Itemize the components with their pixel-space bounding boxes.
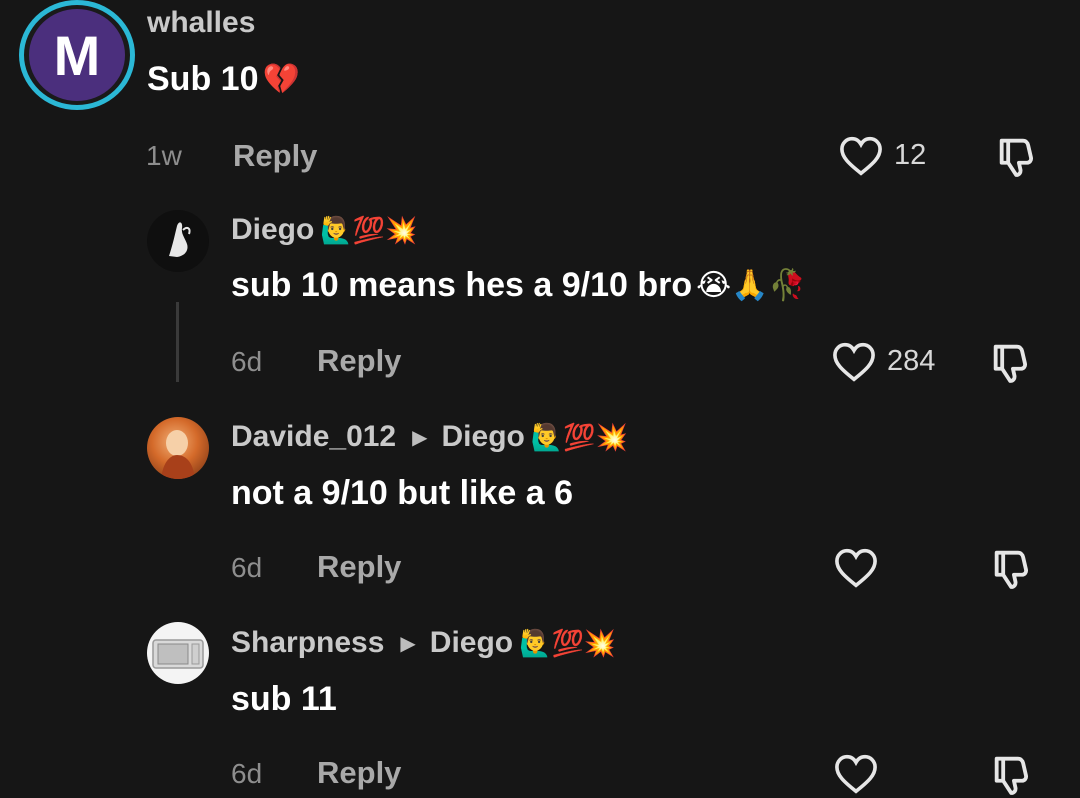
comment-username[interactable]: Davide_012 ▶ Diego 🙋‍♂️💯💥 (231, 420, 628, 454)
heart-icon[interactable] (832, 342, 876, 382)
comment-text: sub 10 means hes a 9/10 bro 😭🙏🥀 (231, 266, 806, 305)
reply-button[interactable]: Reply (233, 138, 317, 174)
comment-body: sub 11 (231, 680, 337, 718)
microwave-icon (152, 639, 204, 669)
comment-body: Sub 10 (147, 60, 259, 98)
avatar-image (147, 210, 209, 272)
heart-icon[interactable] (839, 136, 883, 176)
reply-button[interactable]: Reply (317, 343, 401, 379)
comment-username[interactable]: whalles (147, 6, 255, 40)
like-count: 284 (887, 345, 936, 377)
username-text: Sharpness (231, 626, 385, 659)
username-text: Diego (231, 213, 315, 246)
comment-text: sub 11 (231, 680, 337, 719)
comment-emoji: 😭🙏🥀 (696, 268, 806, 302)
thumbs-down-icon[interactable] (994, 134, 1040, 180)
username-text: whalles (147, 6, 256, 39)
heart-icon[interactable] (834, 754, 878, 794)
comment-text: Sub 10 💔 (147, 60, 300, 99)
comment-body: sub 10 means hes a 9/10 bro (231, 266, 693, 304)
avatar[interactable] (147, 417, 209, 479)
thread-line (176, 302, 179, 382)
reply-to-username[interactable]: Diego (430, 626, 513, 660)
comment-username[interactable]: Diego 🙋‍♂️💯💥 (231, 213, 417, 247)
comment-body: not a 9/10 but like a 6 (231, 474, 574, 512)
reply-to-username[interactable]: Diego (442, 420, 525, 454)
avatar-letter: M (29, 9, 125, 101)
heart-icon[interactable] (834, 548, 878, 588)
username-emoji: 🙋‍♂️💯💥 (320, 215, 418, 245)
reply-button[interactable]: Reply (317, 549, 401, 585)
play-arrow-icon: ▶ (412, 426, 428, 449)
username-text: Davide_012 (231, 420, 397, 453)
thumbs-down-icon[interactable] (989, 752, 1035, 798)
comment-emoji: 💔 (262, 62, 300, 96)
like-count: 12 (894, 139, 927, 171)
comment-username[interactable]: Sharpness ▶ Diego 🙋‍♂️💯💥 (231, 626, 616, 660)
thumbs-down-icon[interactable] (988, 340, 1034, 386)
comment-text: not a 9/10 but like a 6 (231, 474, 573, 513)
comments-panel: M whalles Sub 10 💔 1w Reply 12 Diego 🙋‍♂… (0, 0, 1080, 798)
avatar[interactable] (147, 210, 209, 272)
thumbs-down-icon[interactable] (989, 546, 1035, 592)
comment-time: 6d (231, 758, 263, 789)
comment-time: 6d (231, 552, 263, 583)
reply-button[interactable]: Reply (317, 755, 401, 791)
avatar[interactable] (147, 622, 209, 684)
reply-to-emoji: 🙋‍♂️💯💥 (519, 628, 617, 658)
comment-time: 6d (231, 346, 263, 377)
play-arrow-icon: ▶ (400, 632, 416, 655)
comment-time: 1w (146, 140, 182, 171)
avatar[interactable]: M (19, 0, 135, 110)
avatar-image (161, 430, 195, 479)
reply-to-emoji: 🙋‍♂️💯💥 (530, 422, 628, 452)
